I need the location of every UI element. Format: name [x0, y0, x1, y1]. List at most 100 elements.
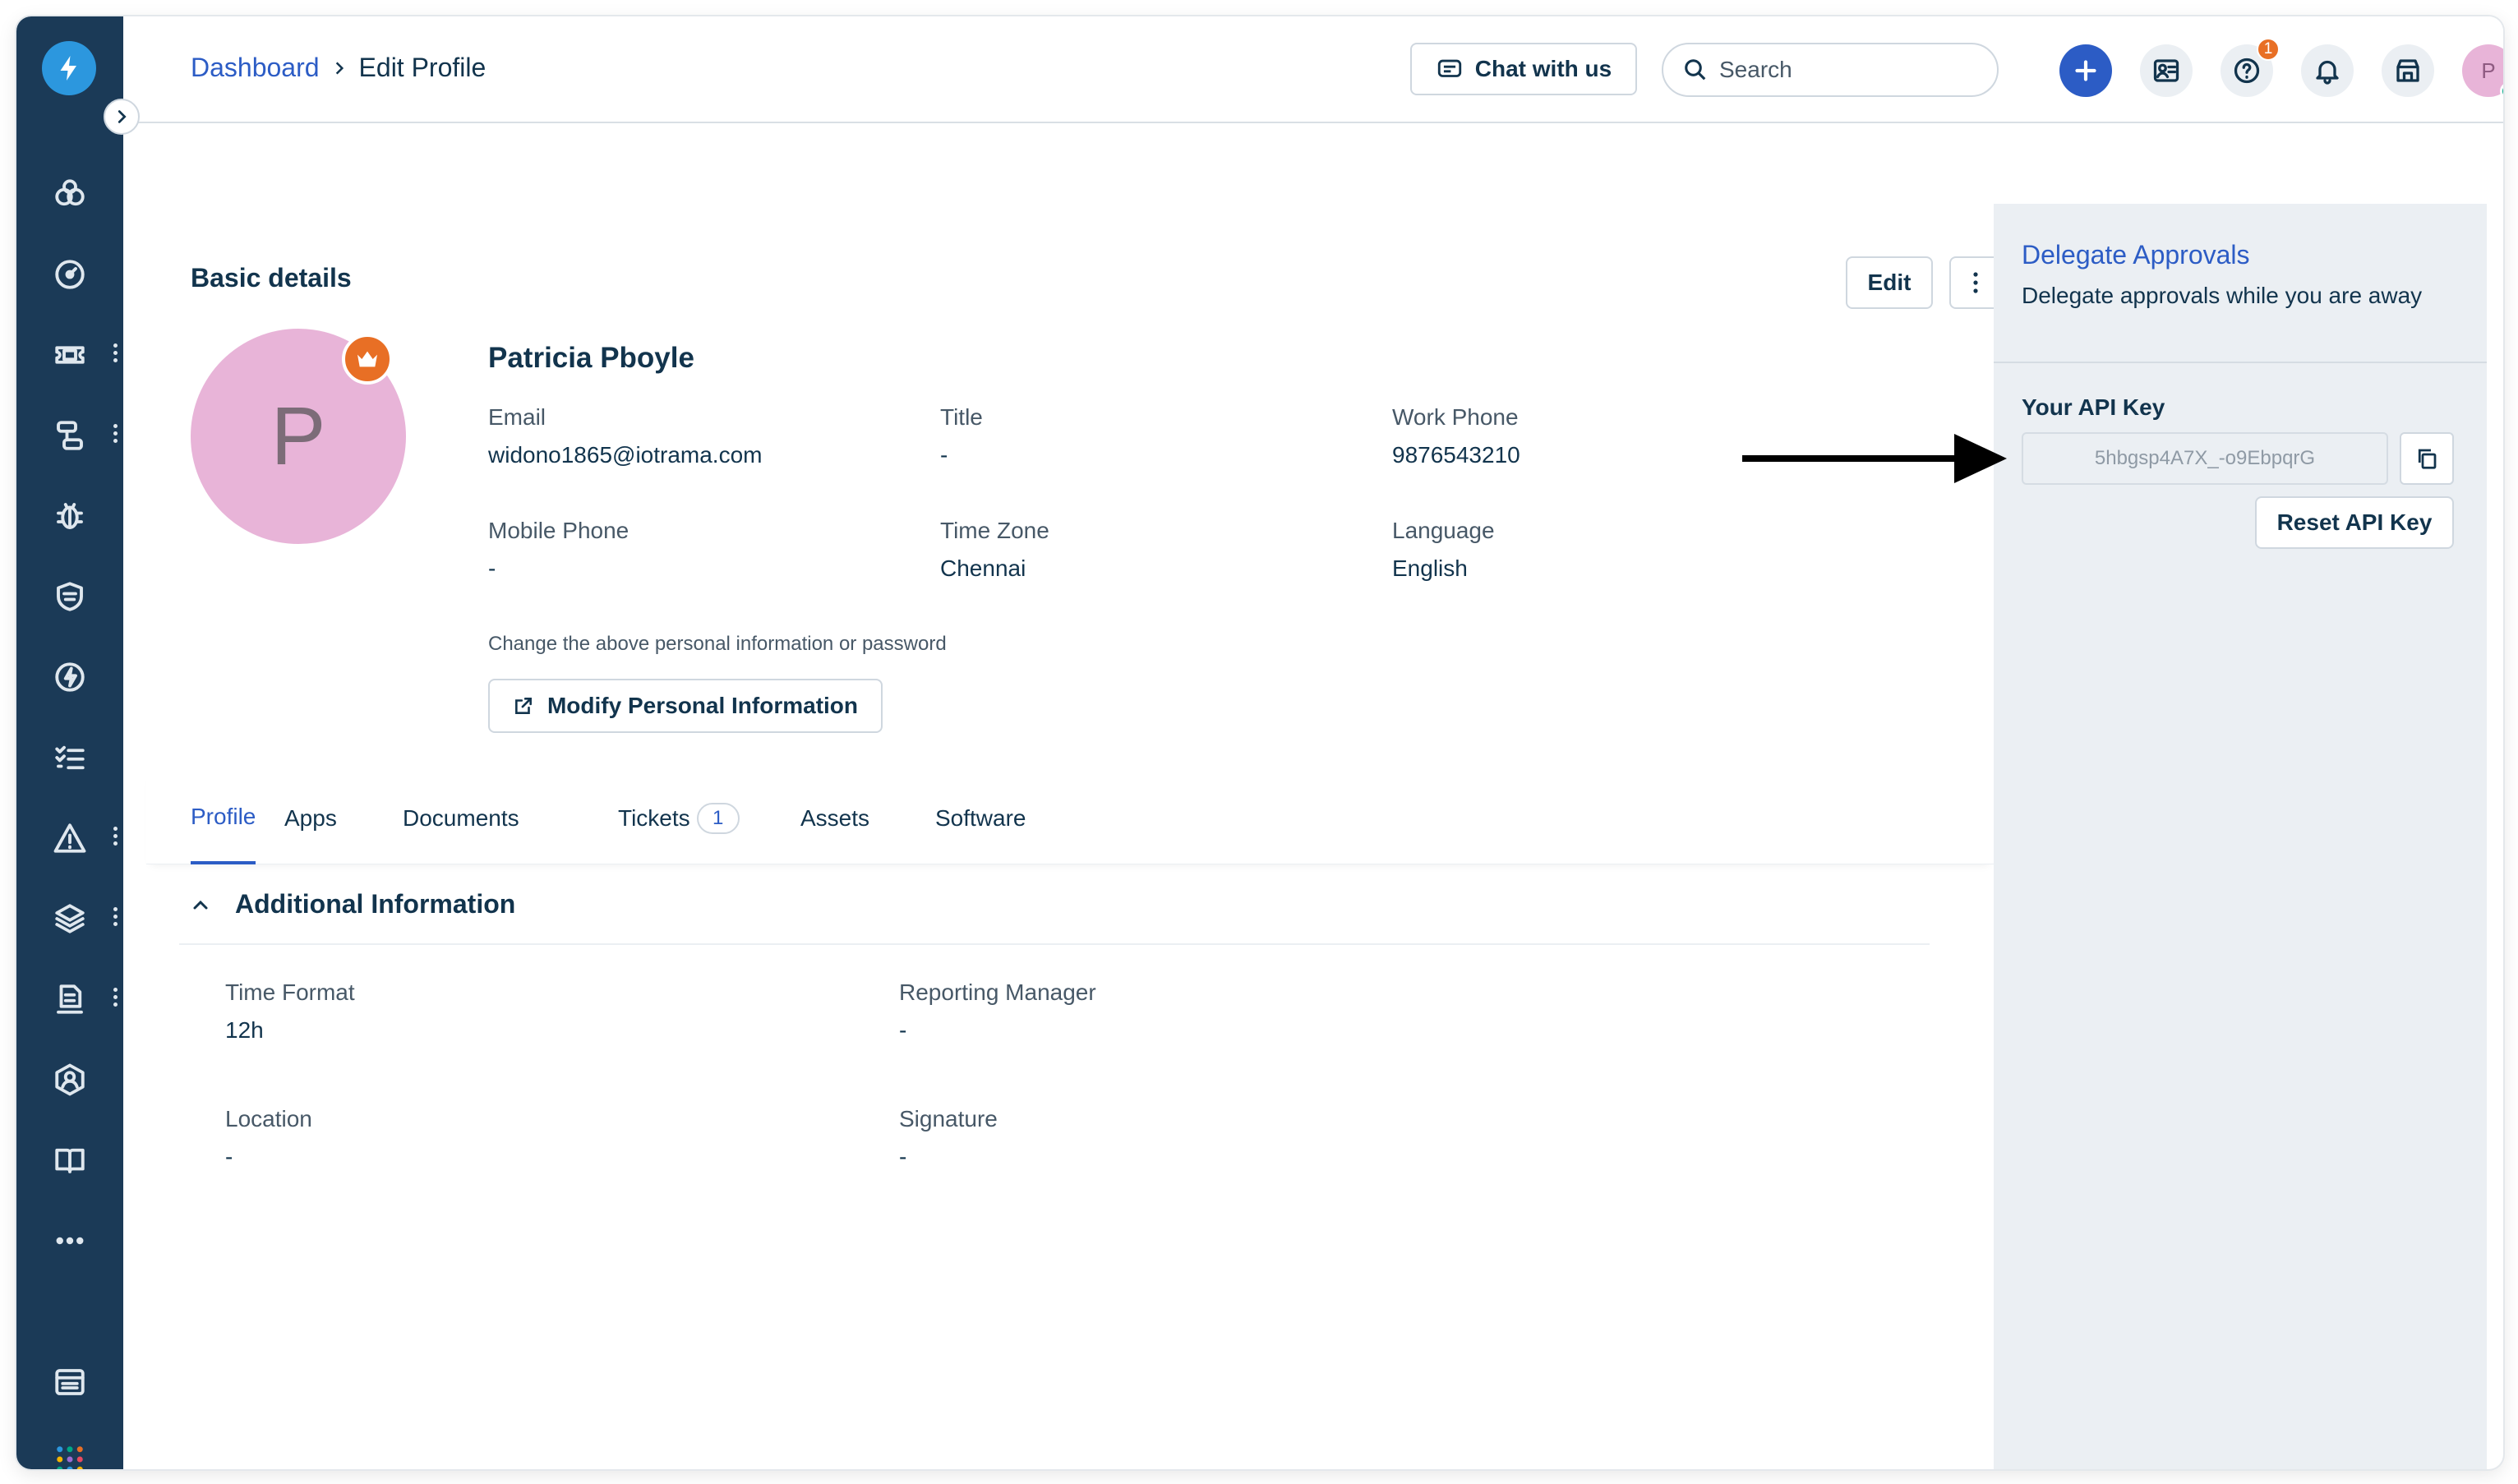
time-zone-label: Time Zone — [940, 518, 1049, 543]
help-icon — [2234, 58, 2260, 84]
modify-personal-information-button[interactable]: Modify Personal Information — [488, 679, 883, 733]
contact-card-icon — [2153, 59, 2179, 82]
marketplace-button[interactable] — [2382, 44, 2434, 97]
language-label: Language — [1392, 518, 1495, 543]
time-zone-value: Chennai — [940, 555, 1026, 581]
tab-tickets[interactable]: Tickets 1 — [618, 772, 740, 864]
time-format-field: Time Format 12h — [225, 979, 355, 1044]
email-field: Email widono1865@iotrama.com — [488, 404, 762, 468]
apps-grid-icon[interactable] — [16, 1426, 123, 1469]
email-value: widono1865@iotrama.com — [488, 442, 763, 468]
more-icon[interactable] — [16, 1208, 123, 1274]
help-badge: 1 — [2257, 38, 2280, 61]
breadcrumb-dashboard-link[interactable]: Dashboard — [191, 53, 320, 83]
chevron-right-icon — [335, 61, 344, 75]
work-phone-field: Work Phone 9876543210 — [1392, 404, 1520, 468]
contact-card-button[interactable] — [2140, 44, 2193, 97]
tab-apps[interactable]: Apps — [284, 772, 337, 864]
search-input[interactable] — [1719, 57, 1966, 83]
language-value: English — [1392, 555, 1468, 581]
crown-icon — [342, 334, 393, 385]
location-value: - — [225, 1144, 233, 1169]
notifications-button[interactable] — [2301, 44, 2354, 97]
additional-information-toggle[interactable]: Additional Information — [191, 889, 515, 919]
contacts-icon[interactable] — [16, 1047, 123, 1113]
online-status-dot — [2500, 82, 2503, 100]
tab-assets[interactable]: Assets — [800, 772, 869, 864]
additional-information-title: Additional Information — [235, 889, 516, 919]
tickets-icon[interactable] — [16, 322, 123, 388]
delegate-approvals-link[interactable]: Delegate Approvals — [2022, 240, 2250, 270]
admin-icon[interactable] — [16, 1349, 123, 1415]
chat-label: Chat with us — [1474, 56, 1612, 81]
search-box[interactable] — [1662, 43, 1999, 97]
dashboard-icon[interactable] — [16, 242, 123, 307]
bug-icon[interactable] — [16, 483, 123, 549]
sidebar-expand-button[interactable] — [104, 99, 140, 135]
title-value: - — [940, 442, 948, 468]
assets-icon[interactable] — [16, 161, 123, 227]
user-name: Patricia Pboyle — [488, 342, 694, 374]
signature-value: - — [899, 1144, 907, 1169]
store-icon — [2396, 59, 2419, 82]
help-button[interactable]: 1 — [2221, 38, 2280, 97]
chat-icon — [1437, 59, 1461, 77]
breadcrumb: Dashboard Edit Profile — [191, 53, 486, 83]
kebab-menu-icon — [1973, 272, 1978, 293]
reporting-manager-value: - — [899, 1017, 907, 1043]
breadcrumb-current: Edit Profile — [358, 53, 487, 82]
chat-with-us-button[interactable]: Chat with us — [1410, 43, 1637, 95]
copy-icon — [2418, 449, 2437, 469]
copy-api-key-button[interactable] — [2400, 432, 2454, 485]
api-key-field[interactable] — [2022, 432, 2388, 485]
work-phone-value: 9876543210 — [1392, 442, 1520, 468]
user-avatar[interactable]: P — [2462, 44, 2503, 100]
tasks-icon[interactable] — [16, 725, 123, 790]
profile-tabs: Profile Apps Documents Tickets 1 Assets … — [146, 772, 1994, 864]
releases-icon[interactable] — [16, 966, 123, 1032]
knowledge-base-icon[interactable] — [16, 1127, 123, 1193]
reporting-manager-field: Reporting Manager - — [899, 979, 1096, 1044]
search-icon — [1685, 59, 1706, 81]
personal-info-hint: Change the above personal information or… — [488, 633, 947, 655]
work-phone-label: Work Phone — [1392, 404, 1519, 430]
problems-icon[interactable] — [16, 403, 123, 468]
tab-software[interactable]: Software — [935, 772, 1026, 864]
external-link-icon — [515, 698, 532, 714]
top-header: Dashboard Edit Profile Chat with us 1 — [123, 16, 2503, 123]
language-field: Language English — [1392, 518, 1495, 582]
new-button[interactable] — [2059, 44, 2112, 97]
main-content: Basic details Edit P Patricia Pboyle Ema… — [123, 125, 2002, 1469]
chevron-up-icon — [193, 900, 208, 909]
shield-icon[interactable] — [16, 564, 123, 629]
reset-api-key-button[interactable]: Reset API Key — [2255, 496, 2454, 549]
user-avatar-initial: P — [2481, 58, 2496, 83]
changes-icon[interactable] — [16, 644, 123, 710]
tickets-count-badge: 1 — [696, 803, 740, 834]
time-format-label: Time Format — [225, 979, 355, 1005]
email-label: Email — [488, 404, 546, 430]
title-field: Title - — [940, 404, 983, 468]
app-window: Dashboard Edit Profile Chat with us 1 — [16, 16, 2503, 1469]
alerts-icon[interactable] — [16, 805, 123, 871]
location-label: Location — [225, 1106, 312, 1131]
sidebar — [16, 16, 123, 1469]
edit-button[interactable]: Edit — [1846, 256, 1933, 309]
signature-field: Signature - — [899, 1106, 998, 1170]
basic-details-title: Basic details — [191, 263, 352, 293]
divider — [179, 943, 1930, 945]
bell-icon — [2316, 60, 2339, 85]
tab-documents[interactable]: Documents — [403, 772, 519, 864]
tab-tickets-label: Tickets — [618, 805, 690, 831]
annotation-arrow-icon — [1742, 434, 2007, 483]
profile-avatar-initial: P — [270, 389, 326, 482]
mobile-phone-value: - — [488, 555, 496, 581]
panel-divider — [1994, 362, 2487, 363]
api-key-title: Your API Key — [2022, 394, 2165, 420]
tab-profile[interactable]: Profile — [191, 772, 256, 864]
layers-icon[interactable] — [16, 886, 123, 952]
signature-label: Signature — [899, 1106, 998, 1131]
modify-label: Modify Personal Information — [546, 693, 859, 718]
logo-icon[interactable] — [42, 41, 96, 95]
mobile-phone-label: Mobile Phone — [488, 518, 630, 543]
